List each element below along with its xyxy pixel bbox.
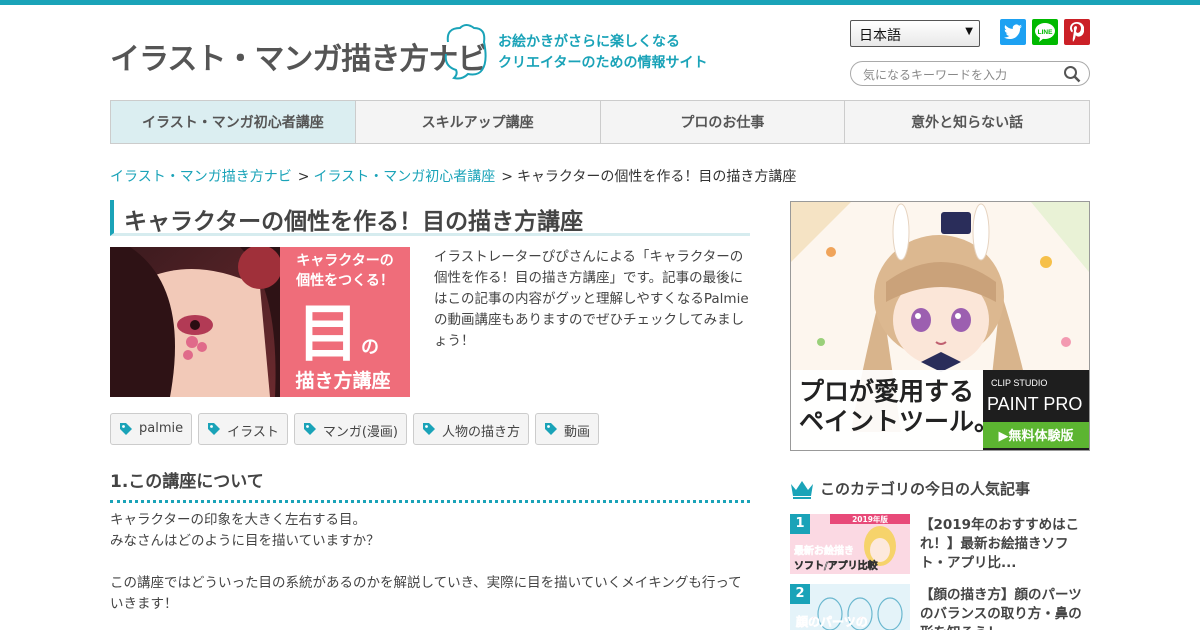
popular-thumb: 2019年版 最新お絵描き ソフト/アプリ比較 1 xyxy=(790,514,910,574)
body-line: キャラクターの印象を大きく左右する目。 xyxy=(110,512,366,528)
tag-icon xyxy=(120,423,132,435)
dropdown-arrow-icon: ▼ xyxy=(965,26,973,37)
popular-thumb-line2: 最新お絵描き xyxy=(794,544,854,557)
popular-thumb-line3: ソフト/アプリ比較 xyxy=(794,559,879,572)
article-body: キャラクターの印象を大きく左右する目。 みなさんはどのように目を描いていますか？… xyxy=(110,510,750,615)
pinterest-icon[interactable] xyxy=(1064,19,1090,45)
nav-item-pro-work[interactable]: プロのお仕事 xyxy=(600,101,846,143)
section-title: 1.この講座について xyxy=(110,467,750,503)
thumb-text-big: 目 xyxy=(297,297,359,370)
tag-label: 動画 xyxy=(564,425,591,440)
rank-badge: 2 xyxy=(790,584,810,604)
popular-thumb: 顔のパーツの 2 xyxy=(790,584,910,630)
popular-thumb-line1: 2019年版 xyxy=(852,514,888,524)
breadcrumb-separator: > xyxy=(501,169,513,185)
tag-label: マンガ(漫画) xyxy=(322,425,399,440)
ad-brand-small: CLIP STUDIO xyxy=(991,378,1047,388)
popular-thumb-line1: 顔のパーツの xyxy=(795,614,868,629)
ad-text-line2: ペイントツール。 xyxy=(799,407,999,436)
search-icon[interactable] xyxy=(1063,65,1081,83)
tag-icon xyxy=(423,423,436,435)
ad-text-line1: プロが愛用する xyxy=(799,377,974,406)
nav-item-trivia[interactable]: 意外と知らない話 xyxy=(845,101,1089,143)
thumb-text-line2: 個性をつくる！ xyxy=(295,272,394,289)
tag-icon xyxy=(545,423,558,435)
nav-item-skillup[interactable]: スキルアップ講座 xyxy=(355,101,601,143)
line-icon[interactable]: LINE xyxy=(1032,19,1058,45)
tag-figure-drawing[interactable]: 人物の描き方 xyxy=(413,413,530,445)
popular-article-1[interactable]: 2019年版 最新お絵描き ソフト/アプリ比較 1 【2019年のおすすめはこれ… xyxy=(790,514,1090,576)
article-thumbnail: キャラクターの 個性をつくる！ 目 の 描き方講座 xyxy=(110,247,410,397)
breadcrumb: イラスト・マンガ描き方ナビ > イラスト・マンガ初心者講座 > キャラクターの個性を作る… xyxy=(110,166,796,186)
search-placeholder: 気になるキーワードを入力 xyxy=(863,68,1008,82)
line-label: LINE xyxy=(1038,29,1053,36)
site-tagline: お絵かきがさらに楽しくなる クリエイターのための情報サイト xyxy=(498,32,707,74)
body-line: みなさんはどのように目を描いていますか？ xyxy=(110,533,380,549)
tag-icon xyxy=(303,423,316,435)
tag-manga[interactable]: マンガ(漫画) xyxy=(293,413,408,445)
popular-articles-heading: このカテゴリの今日の人気記事 xyxy=(790,478,1090,499)
tagline-line2: クリエイターのための情報サイト xyxy=(498,55,708,71)
ad-cta[interactable]: ▶無料体験版 xyxy=(999,428,1074,444)
language-select[interactable]: 日本語 ▼ xyxy=(850,20,980,47)
breadcrumb-link-category[interactable]: イラスト・マンガ初心者講座 xyxy=(313,169,495,185)
ad-brand-big: PAINT PRO xyxy=(987,394,1082,414)
breadcrumb-current: キャラクターの個性を作る！目の描き方講座 xyxy=(516,169,797,185)
article-intro: イラストレーターぴぴさんによる「キャラクターの個性を作る！目の描き方講座」です。… xyxy=(434,249,749,349)
tag-label: イラスト xyxy=(227,425,279,440)
tag-video[interactable]: 動画 xyxy=(535,413,600,445)
tag-illust[interactable]: イラスト xyxy=(198,413,288,445)
tag-icon xyxy=(208,423,221,435)
thumb-text-small: の xyxy=(361,337,379,358)
thumb-text-line1: キャラクターの xyxy=(296,253,393,269)
rank-badge: 1 xyxy=(790,514,810,534)
popular-article-title[interactable]: 【2019年のおすすめはこれ！】最新お絵描きソフト・アプリ比... xyxy=(920,516,1090,573)
page-title: キャラクターの個性を作る！目の描き方講座 xyxy=(110,200,750,236)
breadcrumb-separator: > xyxy=(297,169,310,185)
tag-label: palmie xyxy=(139,421,184,436)
twitter-icon[interactable] xyxy=(1000,19,1026,45)
popular-article-2[interactable]: 顔のパーツの 2 【顔の描き方】顔のパーツのバランスの取り方・鼻の形を知ろう！ xyxy=(790,584,1090,630)
logo-text: イラスト・マンガ描き方ナビ xyxy=(110,42,487,77)
thumb-text-line3: 描き方講座 xyxy=(295,369,390,392)
search-input[interactable]: 気になるキーワードを入力 xyxy=(850,61,1090,86)
breadcrumb-link-home[interactable]: イラスト・マンガ描き方ナビ xyxy=(110,169,292,185)
clip-studio-ad-banner[interactable]: プロが愛用する ペイントツール。 CLIP STUDIO PAINT PRO ▶… xyxy=(790,201,1090,451)
tag-list: palmie イラスト マンガ(漫画) 人物の描き方 動画 xyxy=(110,413,600,445)
site-logo[interactable]: イラスト・マンガ描き方ナビ xyxy=(110,22,487,82)
body-line: この講座ではどういった目の系統があるのかを解説していき、実際に目を描いていくメイ… xyxy=(110,575,742,612)
popular-article-title[interactable]: 【顔の描き方】顔のパーツのバランスの取り方・鼻の形を知ろう！ xyxy=(920,586,1090,630)
tag-label: 人物の描き方 xyxy=(442,425,521,440)
tag-palmie[interactable]: palmie xyxy=(110,413,193,445)
language-value: 日本語 xyxy=(859,28,901,44)
crown-icon xyxy=(791,480,813,499)
speech-bubble-icon xyxy=(444,24,487,80)
tagline-line1: お絵かきがさらに楽しくなる xyxy=(498,34,680,50)
main-nav: イラスト・マンガ初心者講座 スキルアップ講座 プロのお仕事 意外と知らない話 xyxy=(110,100,1090,144)
top-accent-bar xyxy=(0,0,1200,5)
nav-item-beginner[interactable]: イラスト・マンガ初心者講座 xyxy=(111,101,356,143)
popular-title: このカテゴリの今日の人気記事 xyxy=(820,480,1031,498)
